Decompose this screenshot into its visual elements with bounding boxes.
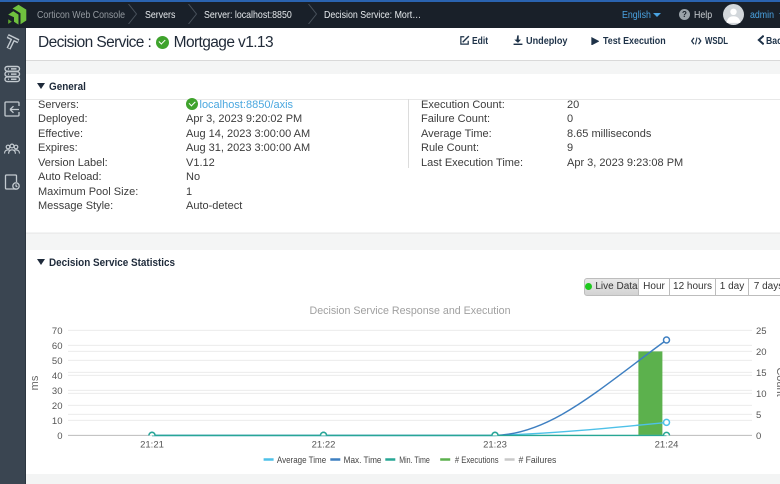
svg-text:10: 10	[756, 389, 767, 400]
svg-text:20: 20	[756, 347, 767, 358]
svg-text:Max. Time: Max. Time	[344, 455, 382, 465]
svg-text:# Executions: # Executions	[455, 455, 499, 465]
svg-text:0: 0	[756, 431, 761, 442]
svg-text:5: 5	[756, 410, 761, 421]
svg-text:30: 30	[52, 386, 63, 397]
svg-text:Average Time: Average Time	[277, 455, 326, 465]
svg-text:70: 70	[52, 326, 63, 337]
svg-text:25: 25	[756, 326, 767, 337]
svg-text:?: ?	[682, 10, 687, 19]
svg-text:60: 60	[52, 341, 63, 352]
svg-text:Min. Time: Min. Time	[399, 455, 430, 465]
svg-text:40: 40	[52, 371, 63, 382]
svg-text:0: 0	[57, 431, 62, 442]
svg-text:15: 15	[756, 368, 767, 379]
svg-text:21:24: 21:24	[655, 439, 679, 450]
svg-text:# Failures: # Failures	[519, 455, 557, 465]
svg-text:10: 10	[52, 416, 63, 427]
svg-text:Decision Service Response and: Decision Service Response and Execution	[310, 305, 511, 317]
svg-text:ms: ms	[29, 375, 41, 390]
svg-text:50: 50	[52, 356, 63, 367]
svg-text:21:22: 21:22	[312, 439, 336, 450]
svg-text:Count: Count	[774, 367, 780, 396]
svg-text:20: 20	[52, 401, 63, 412]
svg-text:21:23: 21:23	[483, 439, 507, 450]
svg-text:21:21: 21:21	[140, 439, 164, 450]
